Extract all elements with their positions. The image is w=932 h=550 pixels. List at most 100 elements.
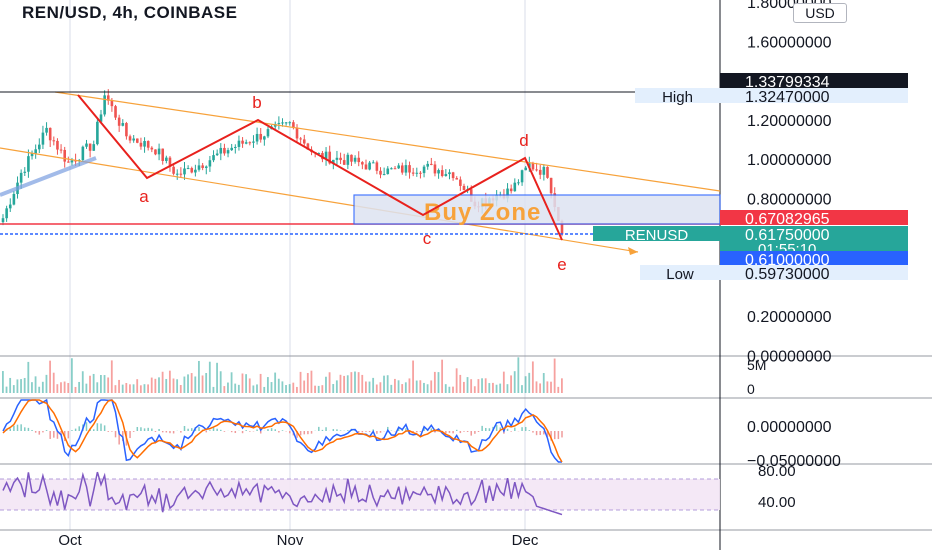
buy-zone-label: Buy Zone — [424, 199, 541, 226]
volume-bar — [444, 384, 447, 393]
volume-bar — [274, 372, 277, 393]
candle-body — [19, 172, 23, 183]
volume-bar — [23, 377, 26, 393]
volume-bar — [27, 361, 30, 393]
candle-body — [531, 163, 535, 170]
volume-bar — [292, 382, 295, 393]
volume-bar — [288, 384, 291, 393]
volume-bar — [259, 373, 262, 393]
volume-bar — [517, 357, 520, 393]
volume-bar — [2, 371, 4, 393]
volume-bar — [448, 386, 451, 393]
candle-body — [244, 142, 248, 144]
volume-bar — [397, 380, 400, 393]
candle-body — [143, 141, 146, 147]
candle-body — [535, 169, 538, 171]
volume-bar — [63, 381, 66, 393]
currency-button[interactable]: USD — [793, 3, 847, 23]
candle-body — [5, 208, 8, 219]
candle-body — [179, 173, 183, 175]
candle-body — [234, 146, 237, 148]
volume-bar — [216, 362, 218, 393]
candle-body — [335, 157, 339, 160]
candle-body — [92, 144, 96, 151]
candle-body — [400, 165, 404, 173]
candle-body — [27, 156, 30, 172]
candle-body — [208, 160, 212, 167]
volume-bar — [161, 371, 164, 393]
candle-body — [302, 139, 306, 144]
volume-bar — [74, 386, 77, 393]
candle-body — [422, 166, 426, 174]
volume-bar — [9, 377, 12, 393]
volume-bar — [495, 384, 498, 393]
candle-body — [397, 165, 400, 169]
volume-bar — [198, 360, 200, 393]
volume-bar — [190, 373, 193, 393]
candle-body — [299, 138, 302, 140]
volume-bar — [539, 383, 542, 393]
volume-bar — [187, 374, 189, 393]
volume-bar — [419, 380, 422, 393]
volume-bar — [346, 375, 349, 393]
volume-bar — [484, 378, 487, 393]
volume-bar — [441, 359, 444, 393]
volume-bar — [45, 374, 48, 393]
wave-label-d: d — [519, 131, 528, 150]
price-tick-label: 0.80000000 — [747, 191, 832, 208]
volume-bar — [125, 382, 128, 393]
candle-body — [513, 182, 517, 192]
volume-bar — [354, 371, 356, 393]
volume-bar — [306, 373, 309, 393]
candle-body — [440, 170, 444, 177]
volume-bar — [303, 380, 306, 393]
volume-bar — [266, 377, 269, 393]
candle-body — [455, 178, 459, 180]
rsi-tick-label: 40.00 — [758, 494, 796, 511]
chart-area[interactable]: Buy Zoneabcde 1.800000001.600000001.2000… — [0, 0, 932, 550]
candle-body — [277, 123, 281, 125]
volume-bar — [553, 358, 556, 393]
volume-bar — [219, 371, 222, 393]
volume-bar — [183, 376, 186, 393]
candle-body — [462, 185, 466, 191]
candle-body — [219, 147, 223, 154]
volume-bar — [488, 383, 491, 393]
candle-body — [8, 204, 12, 209]
volume-bar — [227, 382, 229, 393]
volume-bar — [561, 378, 563, 393]
candle-body — [136, 138, 139, 143]
volume-bar — [433, 371, 436, 393]
volume-bar — [81, 371, 84, 393]
candle-body — [393, 168, 397, 170]
volume-bar — [375, 384, 378, 393]
price-axis[interactable]: 1.800000001.600000001.200000001.00000000… — [58, 0, 908, 549]
volume-bar — [270, 382, 273, 393]
candle-body — [288, 122, 292, 124]
candle-body — [263, 136, 266, 140]
candle-body — [128, 136, 132, 141]
volume-bar — [524, 376, 527, 393]
volume-bar — [263, 386, 266, 393]
candle-body — [121, 123, 125, 126]
candle-body — [70, 160, 74, 163]
volume-bar — [546, 381, 549, 393]
volume-tick-label: 0 — [747, 381, 755, 397]
candle-body — [201, 165, 204, 168]
volume-bar — [194, 376, 197, 393]
candle-body — [226, 150, 230, 154]
volume-bar — [110, 360, 113, 393]
volume-bar — [296, 386, 298, 393]
volume-bar — [459, 374, 462, 393]
wave-label-c: c — [423, 229, 432, 248]
candle-body — [165, 157, 168, 161]
volume-bar — [285, 385, 287, 393]
candle-body — [538, 169, 542, 175]
volume-bar — [150, 377, 153, 393]
volume-bar — [252, 385, 255, 393]
volume-bar — [147, 384, 149, 393]
candle-body — [139, 142, 143, 147]
volume-bar — [531, 361, 534, 393]
candle-body — [161, 148, 165, 161]
volume-bar — [31, 382, 33, 393]
